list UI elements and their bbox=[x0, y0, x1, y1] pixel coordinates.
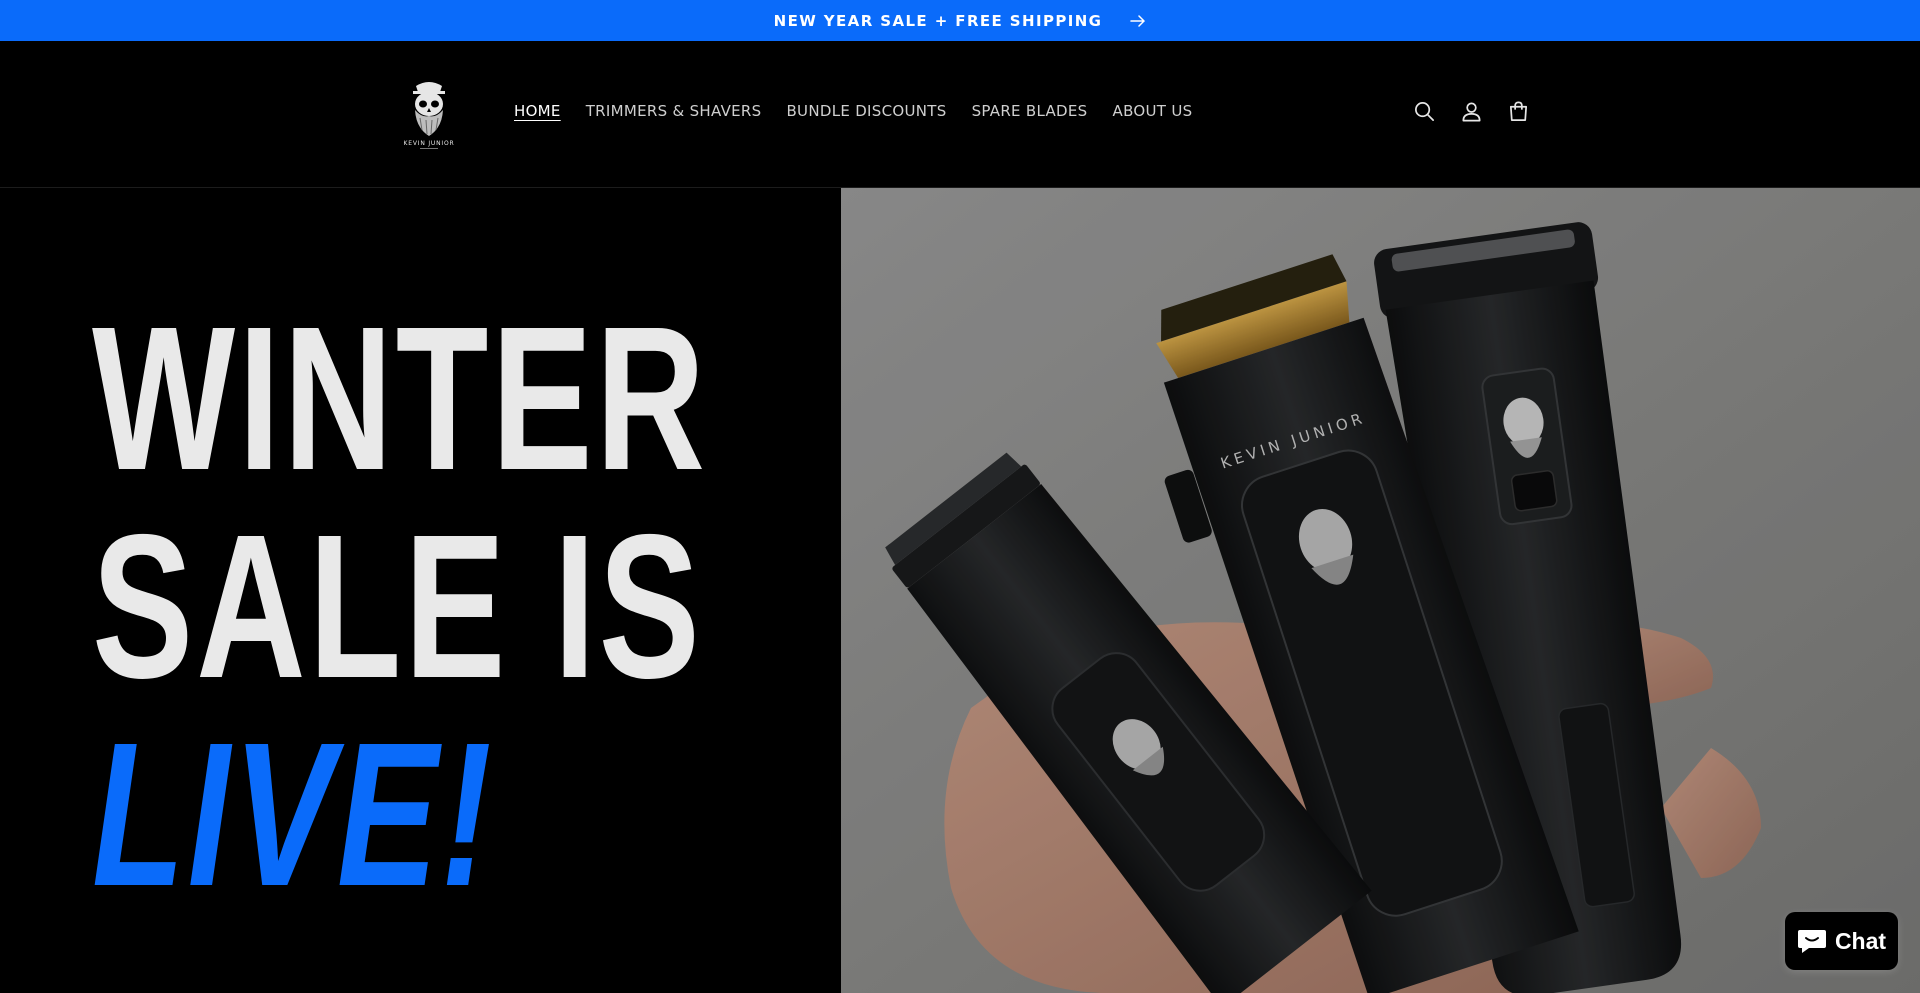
search-icon[interactable] bbox=[1413, 100, 1436, 123]
nav-item-spare-blades[interactable]: SPARE BLADES bbox=[972, 102, 1088, 120]
arrow-right-icon bbox=[1130, 14, 1146, 27]
nav-item-home[interactable]: HOME bbox=[514, 102, 561, 120]
hero-product-image: KEVIN JUNIOR bbox=[841, 188, 1920, 993]
announcement-text: NEW YEAR SALE + FREE SHIPPING bbox=[773, 11, 1103, 30]
product-photo: KEVIN JUNIOR bbox=[841, 188, 1920, 993]
headline-line-2: SALE IS bbox=[92, 492, 703, 721]
cart-icon[interactable] bbox=[1507, 100, 1530, 123]
hero-banner: WINTER SALE IS LIVE! bbox=[0, 188, 1920, 993]
skull-logo-icon: KEVIN JUNIOR bbox=[404, 82, 455, 149]
account-icon[interactable] bbox=[1460, 100, 1483, 123]
headline-line-1: WINTER bbox=[92, 284, 709, 513]
headline-line-3: LIVE! bbox=[92, 700, 495, 929]
nav-item-about-us[interactable]: ABOUT US bbox=[1113, 102, 1193, 120]
nav-item-bundle-discounts[interactable]: BUNDLE DISCOUNTS bbox=[786, 102, 946, 120]
announcement-link[interactable]: NEW YEAR SALE + FREE SHIPPING bbox=[774, 12, 1147, 30]
nav-item-trimmers-shavers[interactable]: TRIMMERS & SHAVERS bbox=[586, 102, 762, 120]
logo-wordmark: KEVIN JUNIOR bbox=[404, 140, 455, 147]
chat-button[interactable]: Chat bbox=[1785, 912, 1898, 970]
main-nav: HOME TRIMMERS & SHAVERS BUNDLE DISCOUNTS… bbox=[514, 102, 1217, 120]
announcement-bar: NEW YEAR SALE + FREE SHIPPING bbox=[0, 0, 1920, 41]
chat-bubble-icon bbox=[1797, 930, 1826, 953]
chat-label: Chat bbox=[1834, 927, 1887, 954]
header-icons bbox=[1413, 100, 1530, 123]
site-header: KEVIN JUNIOR HOME TRIMMERS & SHAVERS BUN… bbox=[0, 41, 1920, 188]
hero-headline: WINTER SALE IS LIVE! bbox=[0, 188, 841, 993]
store-logo[interactable]: KEVIN JUNIOR bbox=[396, 78, 462, 152]
